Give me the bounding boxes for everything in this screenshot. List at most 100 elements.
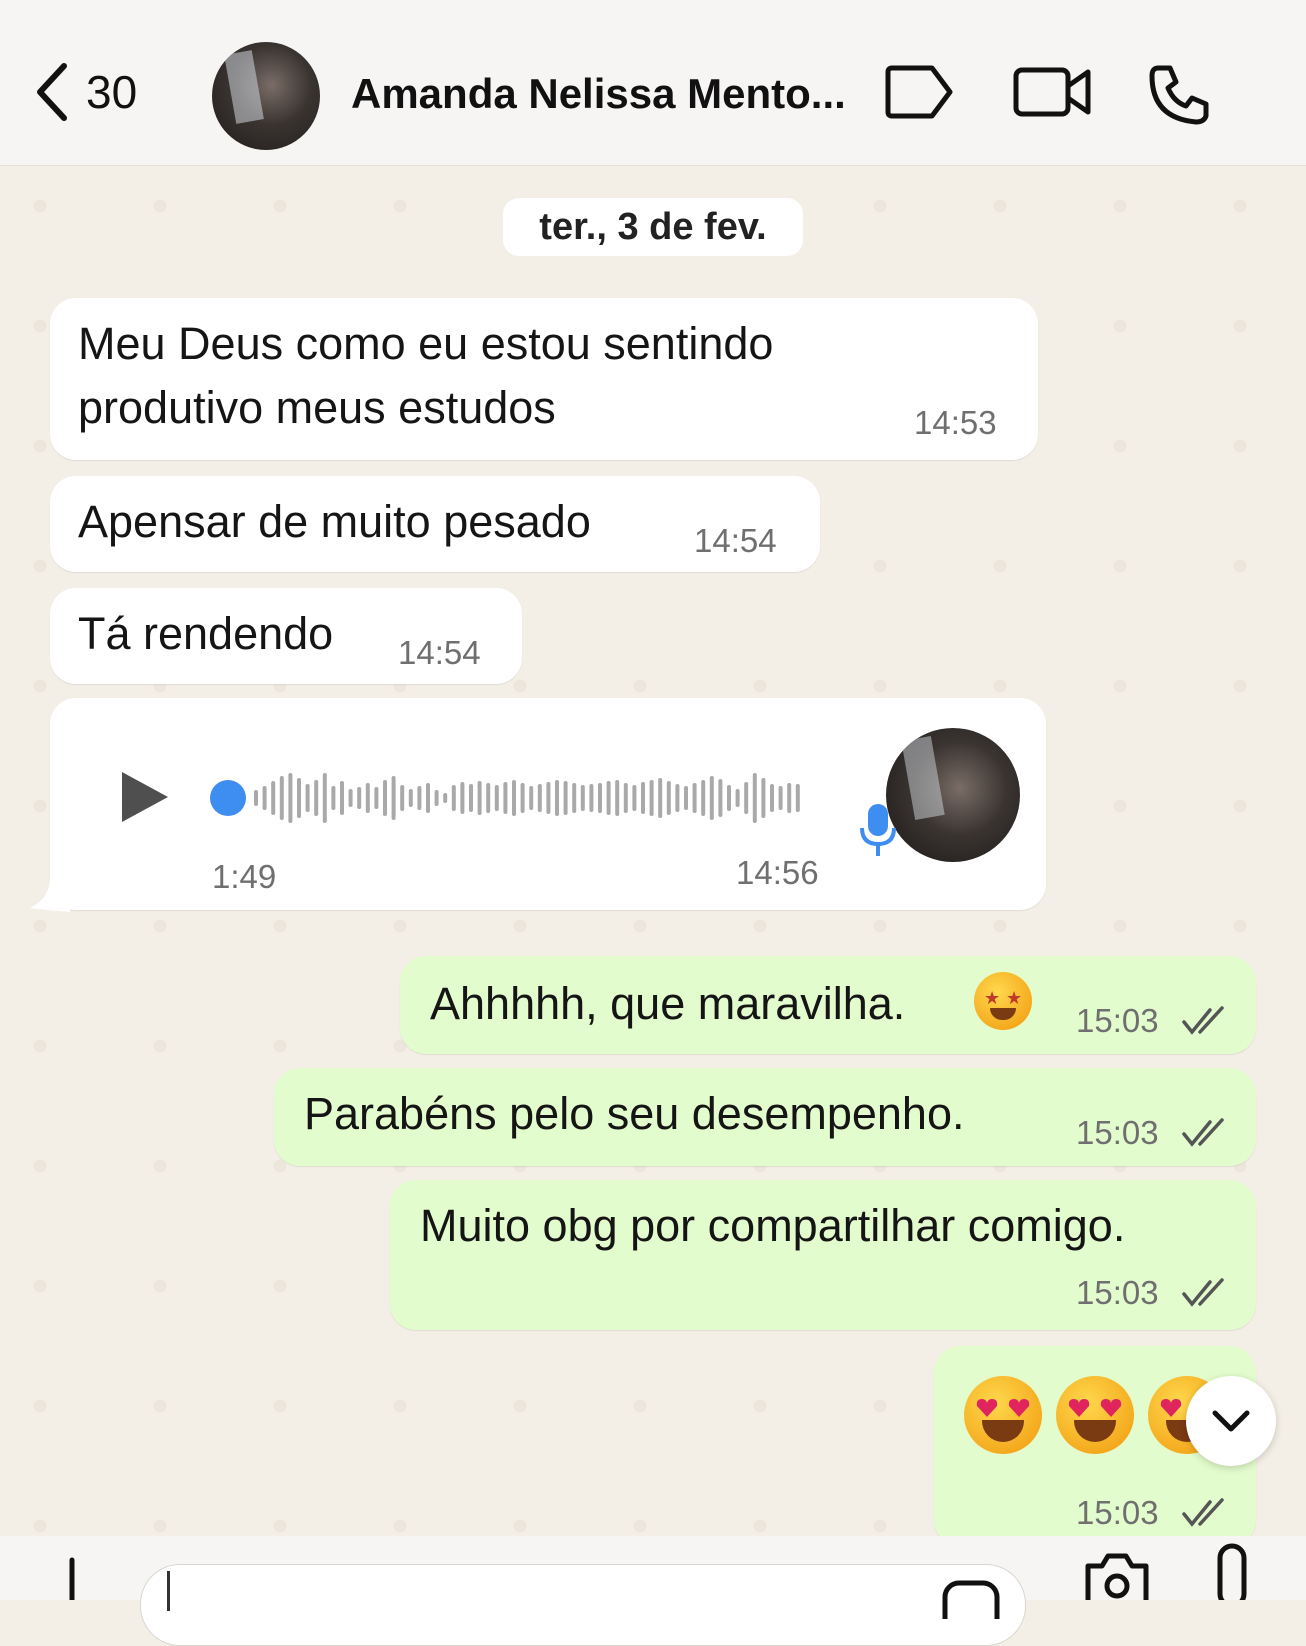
waveform-bar <box>288 773 293 823</box>
composer-bar <box>0 1536 1306 1646</box>
waveform-bar <box>727 785 731 811</box>
label-button[interactable] <box>884 62 956 127</box>
message-text: Apensar de muito pesado <box>78 496 591 547</box>
waveform-bar <box>709 776 714 820</box>
outgoing-message[interactable]: Muito obg por compartilhar comigo. 15:03 <box>390 1180 1256 1330</box>
label-tag-icon <box>885 65 953 119</box>
waveform-bar <box>623 783 628 813</box>
waveform-bar <box>494 785 499 811</box>
play-icon[interactable] <box>120 770 170 824</box>
waveform-bar <box>778 786 783 810</box>
microphone-icon[interactable] <box>1212 1542 1252 1600</box>
waveform-bar <box>787 783 792 813</box>
waveform-bar <box>649 780 654 816</box>
message-time: 15:03 <box>1076 1002 1159 1039</box>
waveform-bar <box>426 783 430 813</box>
waveform-bar <box>434 790 439 806</box>
waveform-bar <box>563 781 568 815</box>
chevron-down-icon <box>1212 1410 1250 1432</box>
plus-icon[interactable] <box>54 1554 90 1600</box>
waveform-bar <box>666 781 671 815</box>
waveform-bar <box>735 789 740 807</box>
incoming-message[interactable]: Meu Deus como eu estou sentindo produtiv… <box>50 298 1038 460</box>
microphone-icon <box>860 804 896 856</box>
waveform-bar <box>297 778 301 818</box>
waveform-bar <box>770 784 774 812</box>
incoming-message[interactable]: Tá rendendo 14:54 <box>50 588 522 684</box>
message-time: 14:54 <box>398 634 481 671</box>
heart-eyes-emoji <box>964 1376 1042 1454</box>
waveform-bar <box>408 789 413 807</box>
waveform-bar <box>322 773 327 823</box>
text-cursor <box>167 1571 170 1611</box>
double-check-icon <box>1182 1118 1224 1147</box>
waveform-bar <box>761 778 766 818</box>
waveform-bar <box>357 787 362 809</box>
contact-name[interactable]: Amanda Nelissa Mento... <box>351 70 851 118</box>
back-button[interactable]: 30 <box>34 62 137 122</box>
waveform-bar <box>331 786 336 810</box>
waveform-bar <box>589 784 594 812</box>
unread-count: 30 <box>86 66 138 118</box>
double-check-icon <box>1182 1278 1224 1307</box>
date-chip: ter., 3 de fev. <box>503 198 803 256</box>
double-check-icon <box>1182 1006 1224 1035</box>
message-input[interactable] <box>140 1564 1026 1646</box>
waveform-bar <box>348 789 353 807</box>
message-time: 14:56 <box>736 854 819 891</box>
waveform-bar <box>469 784 473 812</box>
contact-avatar[interactable] <box>212 42 320 150</box>
waveform-bar <box>795 784 800 812</box>
heart-eyes-emoji <box>1056 1376 1134 1454</box>
waveform-bar <box>271 781 276 815</box>
double-check-icon <box>1182 1498 1224 1527</box>
waveform-bar <box>675 784 680 812</box>
chat-area[interactable]: ter., 3 de fev. Meu Deus como eu estou s… <box>0 166 1306 1536</box>
waveform-bar <box>641 782 645 814</box>
sticker-icon[interactable] <box>941 1579 1001 1619</box>
message-time: 14:54 <box>694 522 777 559</box>
message-text: Ahhhhh, que maravilha. <box>430 978 906 1029</box>
waveform-bar <box>718 779 723 817</box>
waveform-bar <box>383 780 387 816</box>
chat-header: 30 Amanda Nelissa Mento... <box>0 0 1306 166</box>
camera-icon[interactable] <box>1082 1548 1152 1600</box>
star-struck-emoji: ★ ★ <box>974 972 1032 1030</box>
waveform-bar <box>477 781 482 815</box>
waveform-bar <box>451 785 456 811</box>
message-text: Parabéns pelo seu desempenho. <box>304 1088 965 1139</box>
waveform-bar <box>701 780 706 816</box>
bubble-tail <box>30 878 70 912</box>
outgoing-message[interactable]: Parabéns pelo seu desempenho. 15:03 <box>274 1068 1256 1166</box>
waveform-bar <box>632 785 637 811</box>
waveform-bar <box>340 781 344 815</box>
waveform-bar <box>520 783 525 813</box>
waveform-bar <box>752 773 757 823</box>
waveform-bar <box>443 793 448 803</box>
phone-call-icon <box>1149 65 1209 125</box>
waveform-bar <box>314 780 319 816</box>
waveform-bar <box>546 782 551 814</box>
waveform-bar <box>417 786 422 810</box>
outgoing-message[interactable]: Ahhhhh, que maravilha. ★ ★ 15:03 <box>400 956 1256 1054</box>
waveform-bar <box>537 784 542 812</box>
incoming-message[interactable]: Apensar de muito pesado 14:54 <box>50 476 820 572</box>
waveform-bar <box>512 780 516 816</box>
playhead-dot <box>210 780 246 816</box>
message-time: 14:53 <box>914 404 997 441</box>
scroll-to-bottom-button[interactable] <box>1186 1376 1276 1466</box>
waveform-bar <box>279 776 284 820</box>
back-chevron-icon <box>37 63 67 121</box>
phone-call-button[interactable] <box>1146 62 1212 133</box>
voice-waveform[interactable] <box>210 768 830 828</box>
voice-duration: 1:49 <box>212 858 277 895</box>
video-call-icon <box>1013 67 1091 117</box>
waveform-bar <box>606 781 611 815</box>
waveform-bar <box>615 780 620 816</box>
waveform-bar <box>486 783 491 813</box>
waveform-bar <box>555 780 559 816</box>
message-time: 15:03 <box>1076 1274 1159 1311</box>
waveform-bar <box>529 786 534 810</box>
voice-message[interactable]: 1:49 14:56 <box>50 698 1046 910</box>
video-call-button[interactable] <box>1012 62 1094 127</box>
